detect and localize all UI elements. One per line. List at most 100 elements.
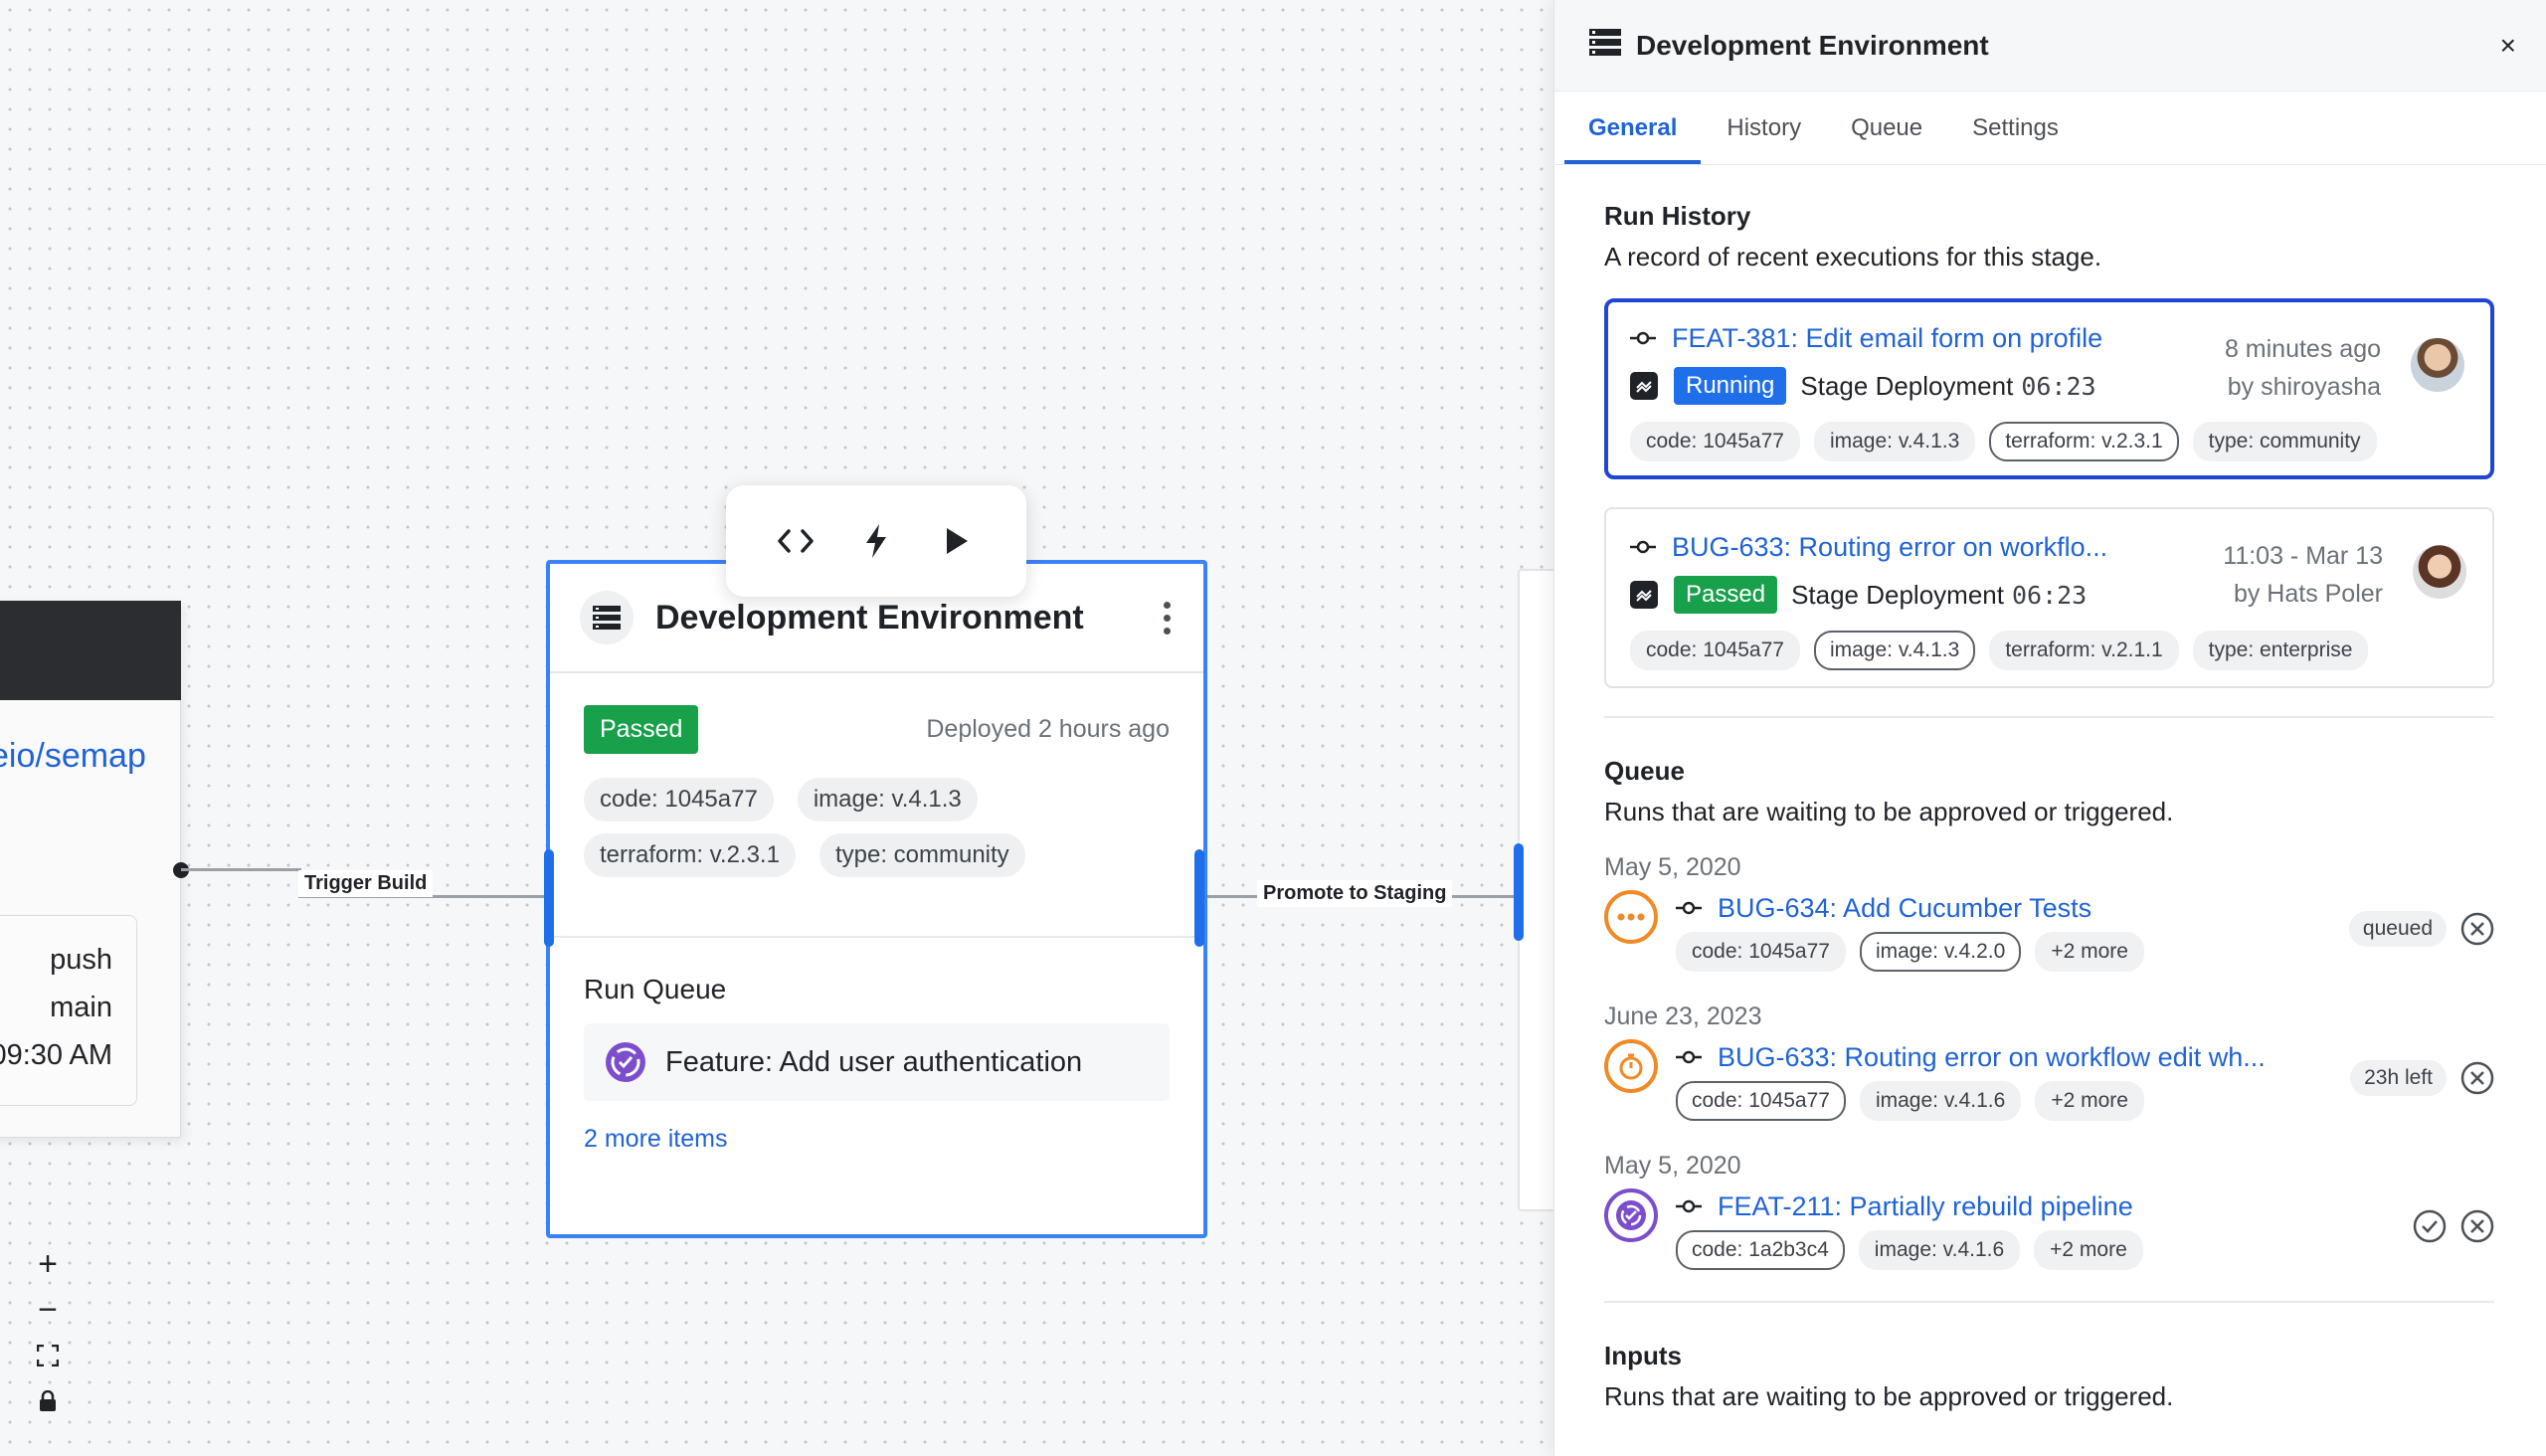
run-queue-item[interactable]: Feature: Add user authentication (584, 1023, 1170, 1101)
queue-title: Queue (1604, 756, 1685, 786)
queue-item-tags: code: 1a2b3c4 image: v.4.1.6 +2 more (1676, 1230, 2494, 1270)
deployed-time: Deployed 2 hours ago (926, 715, 1170, 743)
panel-header: Development Environment × (1554, 0, 2546, 91)
zoom-controls: + − (26, 1241, 70, 1424)
more-options-icon[interactable] (1152, 593, 1182, 642)
node-input-handle[interactable] (544, 849, 554, 947)
run-title-link[interactable]: BUG-633: Routing error on workflo... (1672, 532, 2107, 563)
queue-item[interactable]: May 5, 2020 FEAT-211: Partially rebuild … (1604, 1152, 2494, 1301)
repo-link[interactable]: eio/semap (0, 737, 146, 776)
tag-image: image: v.4.1.6 (1858, 1230, 2021, 1270)
development-environment-node[interactable]: Development Environment Passed Deployed … (546, 560, 1207, 1238)
queue-item-date: May 5, 2020 (1604, 853, 1741, 881)
approve-icon[interactable] (2413, 1209, 2447, 1243)
node-toolbar (726, 485, 1026, 597)
server-icon (1588, 28, 1622, 63)
run-duration: 06:23 (2011, 580, 2088, 610)
fit-view-icon[interactable] (26, 1333, 70, 1378)
tab-settings[interactable]: Settings (1948, 114, 2083, 164)
tag-code: code: 1045a77 (1630, 631, 1800, 670)
run-queue-section: Run Queue Feature: Add user authenticati… (550, 938, 1203, 1154)
stage-details-panel: Development Environment × General Histor… (1553, 0, 2546, 1456)
run-duration: 06:23 (2021, 371, 2096, 401)
edge-label-promote-to-staging[interactable]: Promote to Staging (1257, 880, 1453, 907)
tag-type: type: enterprise (2192, 631, 2369, 670)
divider (1604, 716, 2494, 718)
lock-icon[interactable] (26, 1378, 70, 1424)
queue-item-link[interactable]: BUG-633: Routing error on workflow edit … (1718, 1042, 2266, 1073)
run-title-link[interactable]: FEAT-381: Edit email form on profile (1672, 323, 2102, 354)
tag-terraform: terraform: v.2.3.1 (584, 833, 796, 877)
tag-image: image: v.4.1.3 (797, 778, 978, 821)
tag-more[interactable]: +2 more (2035, 1081, 2144, 1121)
queued-icon (1604, 890, 1658, 944)
cancel-icon[interactable] (2460, 1209, 2494, 1243)
pipeline-icon (1630, 372, 1658, 400)
code-icon[interactable] (768, 513, 823, 569)
queue-item[interactable]: June 23, 2023 BUG-633: Routing error on … (1604, 1002, 2494, 1152)
queue-item-link[interactable]: BUG-634: Add Cucumber Tests (1718, 893, 2091, 924)
run-queue-title: Run Queue (584, 974, 727, 1004)
status-badge: Passed (584, 705, 699, 754)
zoom-in-button[interactable]: + (26, 1241, 70, 1287)
tag-more[interactable]: +2 more (2035, 932, 2144, 972)
cancel-icon[interactable] (2460, 912, 2494, 946)
run-tags: code: 1045a77 image: v.4.1.3 terraform: … (1630, 422, 2470, 461)
queue-state-badge: 23h left (2350, 1060, 2447, 1096)
zoom-out-button[interactable]: − (26, 1287, 70, 1333)
inputs-description: Runs that are waiting to be approved or … (1604, 1381, 2174, 1411)
commit-icon (1676, 1199, 1704, 1213)
panel-body: Run History A record of recent execution… (1554, 165, 2546, 1412)
tab-general[interactable]: General (1564, 114, 1702, 164)
queue-item[interactable]: May 5, 2020 BUG-634: Add Cucumber Tests … (1604, 853, 2494, 1002)
timer-icon (1604, 1039, 1658, 1093)
commit-icon (1676, 901, 1704, 915)
queue-item-link[interactable]: FEAT-211: Partially rebuild pipeline (1718, 1191, 2133, 1222)
status-badge: Running (1674, 367, 1787, 405)
panel-tabs: General History Queue Settings (1554, 91, 2546, 165)
run-card[interactable]: FEAT-381: Edit email form on profile Run… (1604, 298, 2494, 479)
tab-history[interactable]: History (1703, 114, 1825, 164)
trigger-branch: main (50, 992, 112, 1023)
workflow-canvas[interactable]: eio/semap push main 09:30 AM Trigger Bui… (0, 0, 1553, 1456)
commit-icon (1676, 1050, 1704, 1064)
run-author: by Hats Poler (2233, 580, 2383, 608)
run-card[interactable]: BUG-633: Routing error on workflo... Pas… (1604, 507, 2494, 688)
node-output-handle[interactable] (1194, 849, 1204, 947)
queue-state-badge: queued (2348, 911, 2447, 947)
queue-description: Runs that are waiting to be approved or … (1604, 797, 2174, 826)
tab-queue[interactable]: Queue (1827, 114, 1946, 164)
more-items-link[interactable]: 2 more items (584, 1125, 1170, 1154)
tag-type: type: community (818, 833, 1025, 877)
tag-code: code: 1045a77 (584, 778, 774, 821)
run-tags: code: 1045a77 image: v.4.1.3 terraform: … (1630, 631, 2470, 670)
tag-code: code: 1045a77 (1676, 1081, 1846, 1121)
tag-terraform: terraform: v.2.3.1 (1989, 422, 2179, 461)
approval-icon (1604, 1188, 1658, 1242)
run-history-title: Run History (1604, 201, 1751, 231)
play-icon[interactable] (929, 513, 985, 569)
commit-icon (1630, 331, 1658, 345)
run-history-description: A record of recent executions for this s… (1604, 242, 2102, 272)
bolt-icon[interactable] (848, 513, 904, 569)
node-title: Development Environment (655, 598, 1084, 637)
tag-code: code: 1a2b3c4 (1676, 1230, 1845, 1270)
run-time: 11:03 - Mar 13 (2223, 542, 2383, 570)
tag-type: type: community (2192, 422, 2377, 461)
close-icon[interactable]: × (2500, 30, 2516, 62)
queue-item-date: June 23, 2023 (1604, 1002, 1762, 1030)
edge-label-trigger-build[interactable]: Trigger Build (298, 870, 434, 897)
approval-icon (606, 1042, 645, 1082)
run-queue-item-label: Feature: Add user authentication (665, 1045, 1083, 1078)
stage-name: Stage Deployment (1791, 579, 2004, 610)
tag-more[interactable]: +2 more (2034, 1230, 2143, 1270)
tag-image: image: v.4.1.6 (1859, 1081, 2022, 1121)
divider (1604, 1301, 2494, 1303)
pipeline-icon (1630, 581, 1658, 609)
cancel-icon[interactable] (2460, 1061, 2494, 1095)
trigger-event: push (50, 944, 112, 976)
tag-code: code: 1045a77 (1676, 932, 1846, 972)
staging-node-input-handle[interactable] (1514, 843, 1524, 941)
source-node[interactable]: eio/semap push main 09:30 AM (0, 601, 181, 1138)
status-badge: Passed (1674, 576, 1778, 614)
